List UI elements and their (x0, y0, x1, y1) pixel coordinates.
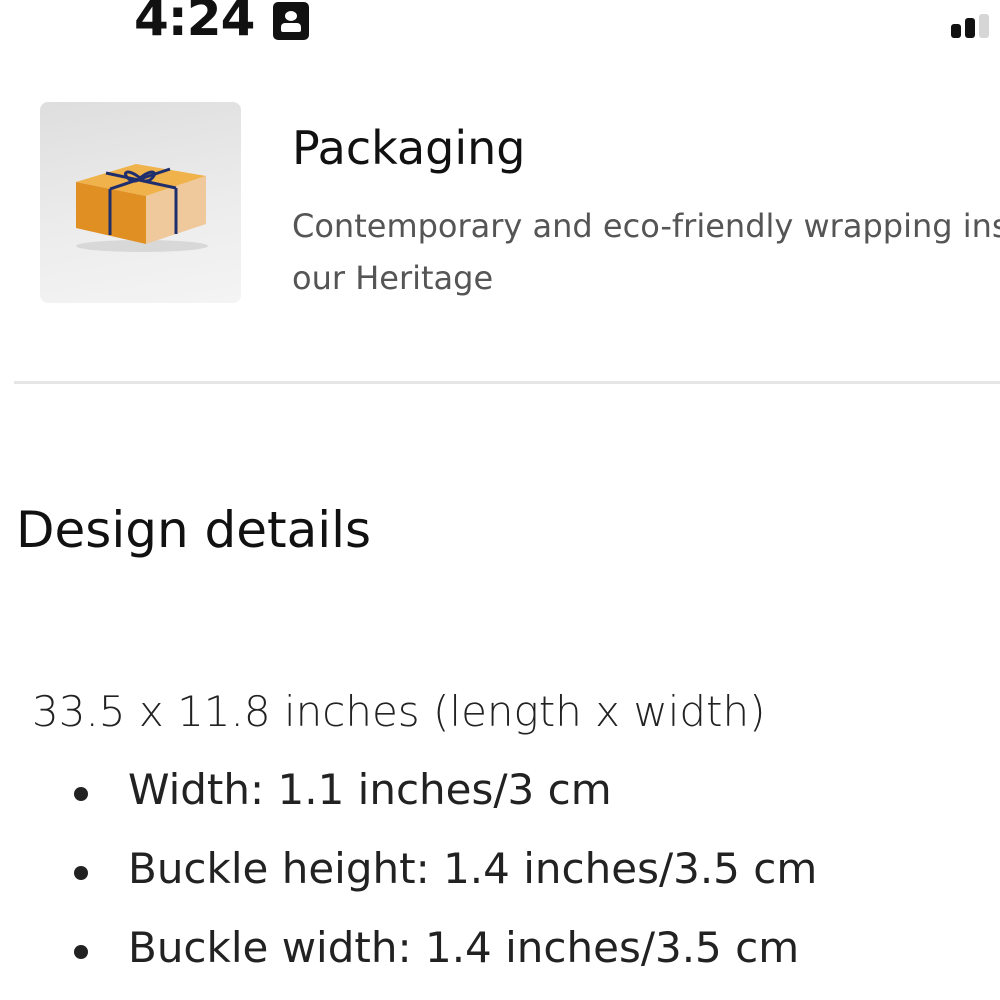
detail-text: Buckle width: 1.4 inches/3.5 cm (128, 923, 800, 972)
cellular-signal-icon (951, 14, 1000, 38)
list-item: Width: 1.1 inches/3 cm (0, 760, 1000, 839)
gift-box-icon (76, 164, 208, 252)
bullet-icon (74, 787, 88, 801)
person-badge-icon (273, 2, 309, 40)
design-details-heading: Design details (16, 501, 372, 559)
detail-text: Buckle height: 1.4 inches/3.5 cm (128, 844, 818, 893)
list-item: Buckle width: 1.4 inches/3.5 cm (0, 918, 1000, 997)
packaging-image[interactable] (40, 102, 241, 303)
bullet-icon (74, 945, 88, 959)
product-details-screen: 4:24 Packaging Contemporary and eco-frie… (0, 0, 1000, 1000)
status-bar: 4:24 (0, 0, 1000, 50)
packaging-title[interactable]: Packaging (292, 118, 526, 178)
packaging-description: Contemporary and eco-friendly wrapping i… (292, 200, 1000, 304)
dimensions-text: 33.5 x 11.8 inches (length x width) (32, 687, 766, 736)
list-item: Buckle height: 1.4 inches/3.5 cm (0, 839, 1000, 918)
section-divider (14, 381, 1000, 384)
packaging-description-line-1: Contemporary and eco-friendly wrapping i… (292, 207, 1000, 245)
status-time: 4:24 (134, 0, 255, 47)
packaging-description-line-2: our Heritage (292, 259, 494, 297)
detail-text: Width: 1.1 inches/3 cm (128, 765, 612, 814)
design-details-list: Width: 1.1 inches/3 cm Buckle height: 1.… (0, 760, 1000, 997)
bullet-icon (74, 866, 88, 880)
